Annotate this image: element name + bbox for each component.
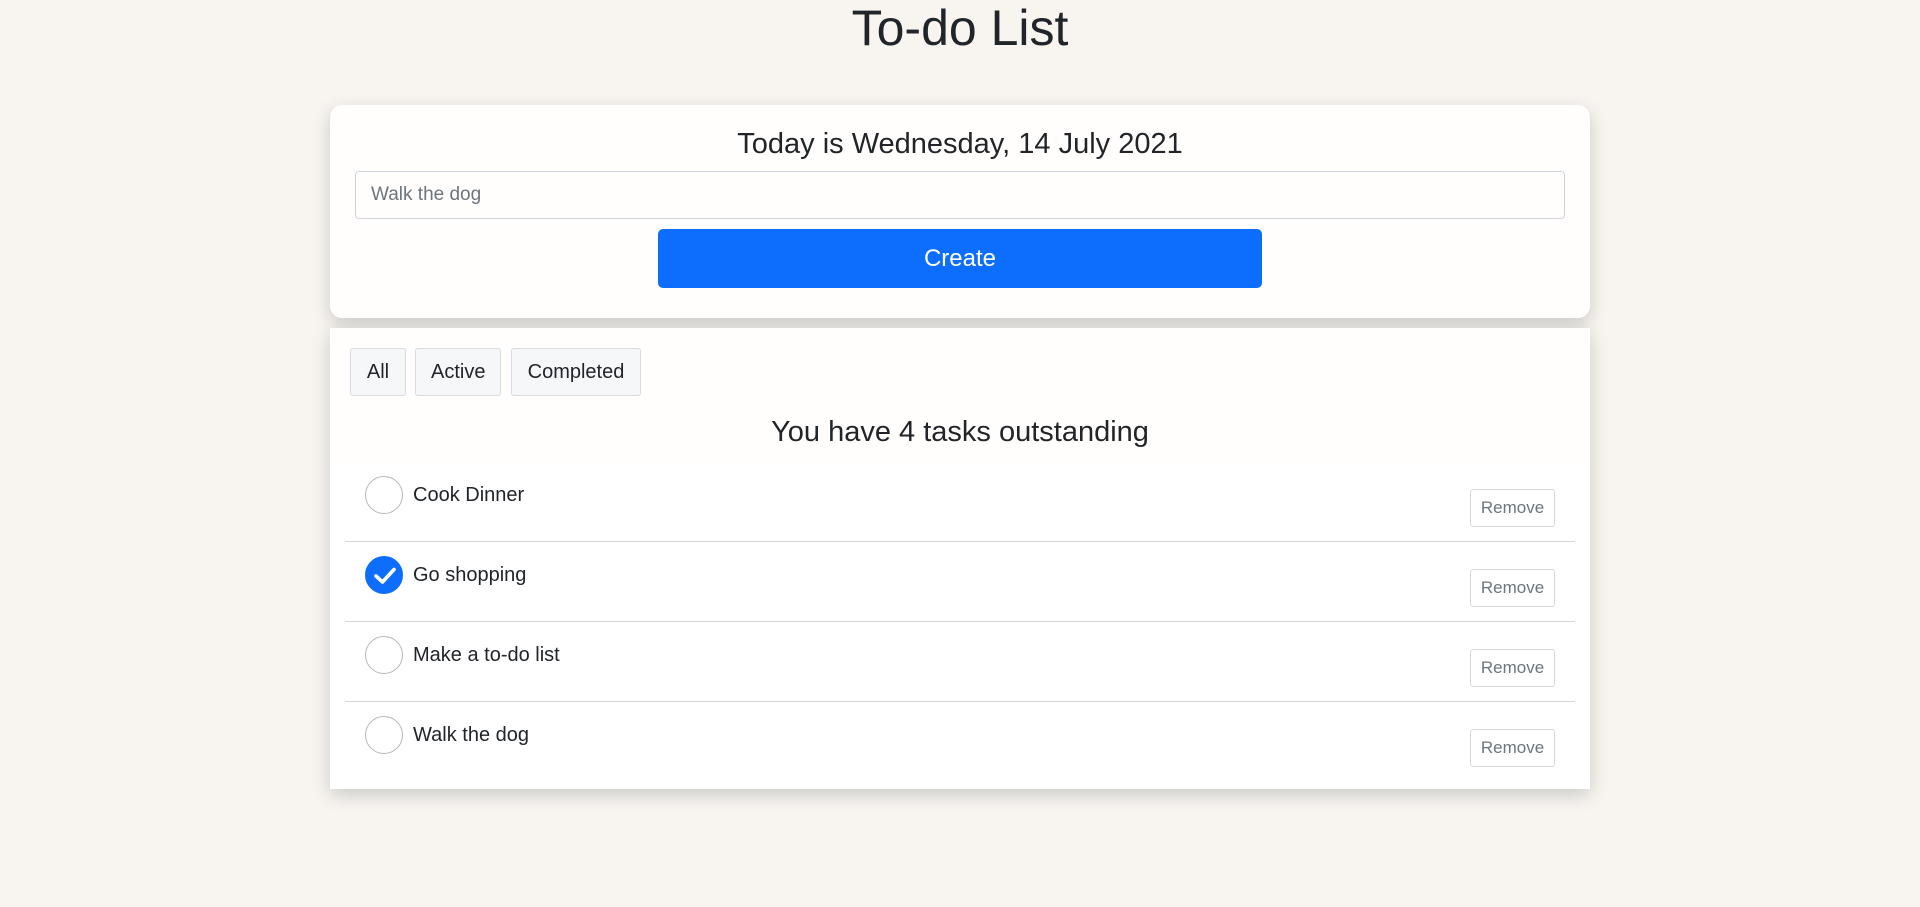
task-checkbox[interactable] — [365, 636, 403, 674]
date-heading: Today is Wednesday, 14 July 2021 — [737, 128, 1183, 160]
task-item: Make a to-do list Remove — [345, 622, 1575, 702]
task-checkbox[interactable] — [365, 476, 403, 514]
task-item: Cook Dinner Remove — [345, 462, 1575, 542]
task-item: Go shopping Remove — [345, 542, 1575, 622]
task-list: Cook Dinner Remove Go shopping Remove Ma… — [345, 462, 1575, 782]
task-label: Walk the dog — [413, 724, 529, 746]
page-title: To-do List — [851, 0, 1069, 56]
tasks-summary: You have 4 tasks outstanding — [771, 416, 1149, 448]
task-list-card: All Active Completed You have 4 tasks ou… — [330, 328, 1590, 789]
create-task-card: Today is Wednesday, 14 July 2021 Create — [330, 105, 1590, 318]
task-checkbox[interactable] — [365, 716, 403, 754]
task-checkbox[interactable] — [365, 556, 403, 594]
task-item: Walk the dog Remove — [345, 702, 1575, 782]
task-label: Make a to-do list — [413, 644, 560, 666]
checkmark-icon — [374, 567, 396, 584]
remove-task-button[interactable]: Remove — [1470, 569, 1555, 607]
task-label: Go shopping — [413, 564, 527, 586]
remove-task-button[interactable]: Remove — [1470, 729, 1555, 767]
filter-all-button[interactable]: All — [350, 348, 406, 396]
new-task-input[interactable] — [355, 171, 1565, 219]
list-header: All Active Completed You have 4 tasks ou… — [330, 328, 1590, 462]
remove-task-button[interactable]: Remove — [1470, 489, 1555, 527]
create-button[interactable]: Create — [658, 229, 1262, 288]
task-label: Cook Dinner — [413, 484, 525, 506]
filter-completed-button[interactable]: Completed — [511, 348, 641, 396]
filter-active-button[interactable]: Active — [415, 348, 501, 396]
remove-task-button[interactable]: Remove — [1470, 649, 1555, 687]
